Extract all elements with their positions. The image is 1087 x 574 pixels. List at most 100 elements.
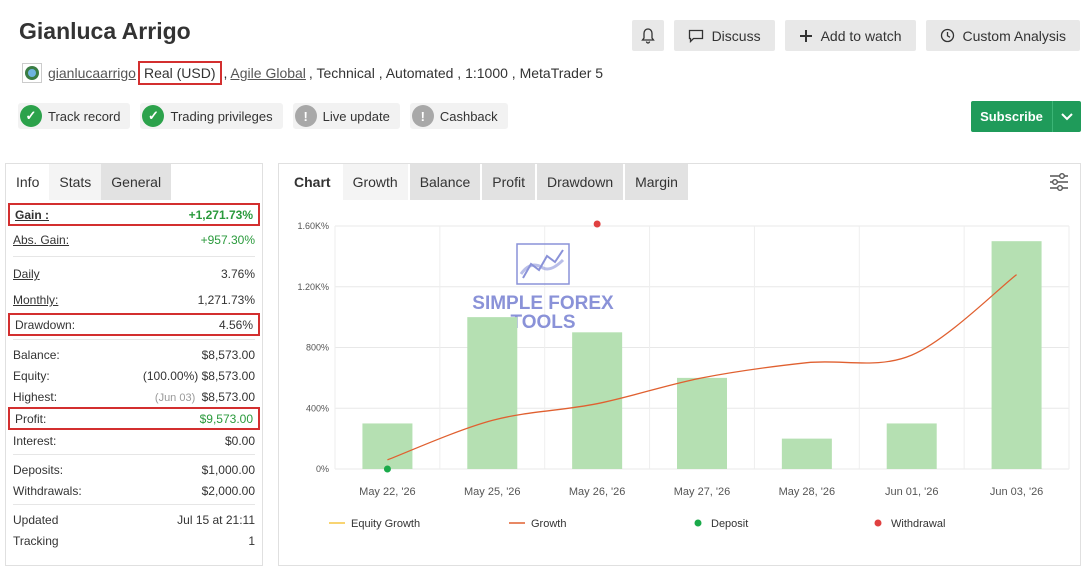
legend-item[interactable]: Equity Growth (329, 518, 420, 530)
stat-label: Balance: (13, 347, 60, 362)
broker-link[interactable]: Agile Global (230, 65, 306, 81)
stat-label[interactable]: Gain : (15, 208, 49, 222)
stat-value: 3.76% (220, 267, 255, 281)
stat-label[interactable]: Monthly: (13, 293, 58, 307)
info-tabs: Info Stats General (6, 164, 262, 200)
clock-icon (940, 28, 954, 43)
legend-item[interactable]: Withdrawal (874, 518, 946, 530)
discuss-button[interactable]: Discuss (673, 20, 775, 51)
comment-icon (688, 29, 703, 43)
bar[interactable] (572, 332, 623, 469)
chart-heading: Chart (284, 164, 341, 200)
avatar[interactable] (22, 63, 42, 83)
stat-monthly: Monthly: 1,271.73% (13, 287, 255, 313)
stat-value: $1,000.00 (201, 462, 255, 477)
tab-drawdown[interactable]: Drawdown (536, 164, 624, 200)
stat-label: Deposits: (13, 462, 64, 477)
x-tick-label: May 22, '26 (359, 486, 416, 498)
x-tick-label: May 26, '26 (569, 486, 626, 498)
x-tick-label: Jun 01, '26 (885, 486, 938, 498)
subscribe-label: Subscribe (971, 101, 1053, 132)
chart-panel: Chart Growth Balance Profit Drawdown Mar… (278, 163, 1081, 566)
stat-abs-gain: Abs. Gain: +957.30% (13, 226, 255, 253)
badge-label: Live update (322, 108, 390, 124)
watermark-line1: SIMPLE FOREX (472, 293, 614, 314)
stat-interest: Interest: $0.00 (13, 430, 255, 451)
x-tick-label: May 27, '26 (674, 486, 731, 498)
stat-value: $8,573.00 (201, 389, 255, 404)
bar[interactable] (781, 438, 832, 469)
y-tick-label: 800% (306, 343, 329, 353)
legend-item[interactable]: Deposit (694, 518, 749, 530)
x-tick-label: May 28, '26 (779, 486, 836, 498)
bar[interactable] (467, 317, 518, 469)
bar[interactable] (677, 377, 727, 469)
stat-label[interactable]: Daily (13, 267, 40, 281)
bar[interactable] (362, 423, 413, 469)
deposit-point[interactable] (383, 465, 391, 473)
stat-value-wrap: (100.00%) $8,573.00 (143, 369, 255, 383)
stat-value: +957.30% (200, 232, 255, 247)
tab-stats[interactable]: Stats (49, 164, 102, 200)
stat-label: Withdrawals: (13, 483, 82, 498)
tab-growth[interactable]: Growth (342, 164, 408, 200)
stat-value: $9,573.00 (199, 411, 253, 426)
divider (13, 504, 255, 505)
tab-profit[interactable]: Profit (482, 164, 535, 200)
stat-gain: Gain : +1,271.73% (8, 203, 260, 226)
stat-value: 4.56% (218, 317, 253, 332)
stat-value: $0.00 (224, 433, 255, 448)
stat-label: Interest: (13, 433, 57, 448)
bar[interactable] (886, 423, 937, 469)
subscribe-button[interactable]: Subscribe (971, 101, 1081, 132)
chevron-down-icon[interactable] (1053, 101, 1081, 132)
notification-button[interactable] (631, 20, 664, 51)
tab-info[interactable]: Info (6, 164, 50, 200)
discuss-label: Discuss (711, 27, 761, 44)
stat-label: Tracking (13, 533, 59, 548)
comma-separator: , (223, 65, 228, 81)
add-to-watch-button[interactable]: Add to watch (784, 20, 916, 51)
username-link[interactable]: gianlucaarrigo (48, 65, 136, 81)
plus-icon (799, 29, 812, 42)
tab-margin[interactable]: Margin (625, 164, 688, 200)
stat-label: Drawdown: (15, 317, 76, 332)
stat-label: Highest: (13, 389, 58, 404)
y-tick-label: 0% (316, 464, 329, 474)
divider (13, 339, 255, 340)
top-actions: Discuss Add to watch Custom Analysis (631, 20, 1080, 51)
tab-general[interactable]: General (101, 164, 172, 200)
x-tick-label: May 25, '26 (464, 486, 521, 498)
stat-prefix: (100.00%) (142, 368, 199, 383)
divider (13, 454, 255, 455)
info-panel: Info Stats General Gain : +1,271.73% Abs… (5, 163, 263, 566)
growth-chart: SIMPLE FOREX TOOLS May 22, '26 May 25, '2… (297, 220, 1070, 530)
stat-highest: Highest: (Jun 03) $8,573.00 (13, 386, 255, 407)
stat-withdrawals: Withdrawals: $2,000.00 (13, 480, 255, 501)
badge-label: Track record (48, 108, 121, 124)
chart-tabs: Chart Growth Balance Profit Drawdown Mar… (279, 164, 1080, 200)
stat-balance: Balance: $8,573.00 (13, 344, 255, 365)
custom-analysis-button[interactable]: Custom Analysis (925, 20, 1080, 51)
stat-label[interactable]: Abs. Gain: (13, 233, 69, 247)
legend-item[interactable]: Growth (509, 518, 566, 530)
page-title: Gianluca Arrigo (19, 18, 191, 44)
check-icon: ✓ (142, 105, 165, 127)
badge-label: Trading privileges (170, 108, 273, 124)
stat-tracking: Tracking 1 (13, 530, 255, 551)
settings-sliders-icon[interactable] (1048, 172, 1070, 192)
badge-cashback: ! Cashback (409, 103, 508, 129)
legend-swatch (694, 519, 702, 527)
stat-value: Jul 15 at 21:11 (177, 512, 255, 527)
legend-swatch (874, 519, 882, 527)
stat-value: $8,573.00 (201, 368, 255, 383)
stats-list: Gain : +1,271.73% Abs. Gain: +957.30% Da… (6, 203, 262, 551)
x-tick-label: Jun 03, '26 (990, 486, 1043, 498)
legend-label: Equity Growth (351, 518, 420, 530)
stat-prefix: (Jun 03) (154, 391, 196, 404)
stat-profit: Profit: $9,573.00 (8, 407, 260, 430)
tab-balance[interactable]: Balance (409, 164, 481, 200)
withdrawal-point[interactable] (593, 220, 601, 228)
divider (13, 256, 255, 257)
stat-value: $8,573.00 (201, 347, 255, 362)
